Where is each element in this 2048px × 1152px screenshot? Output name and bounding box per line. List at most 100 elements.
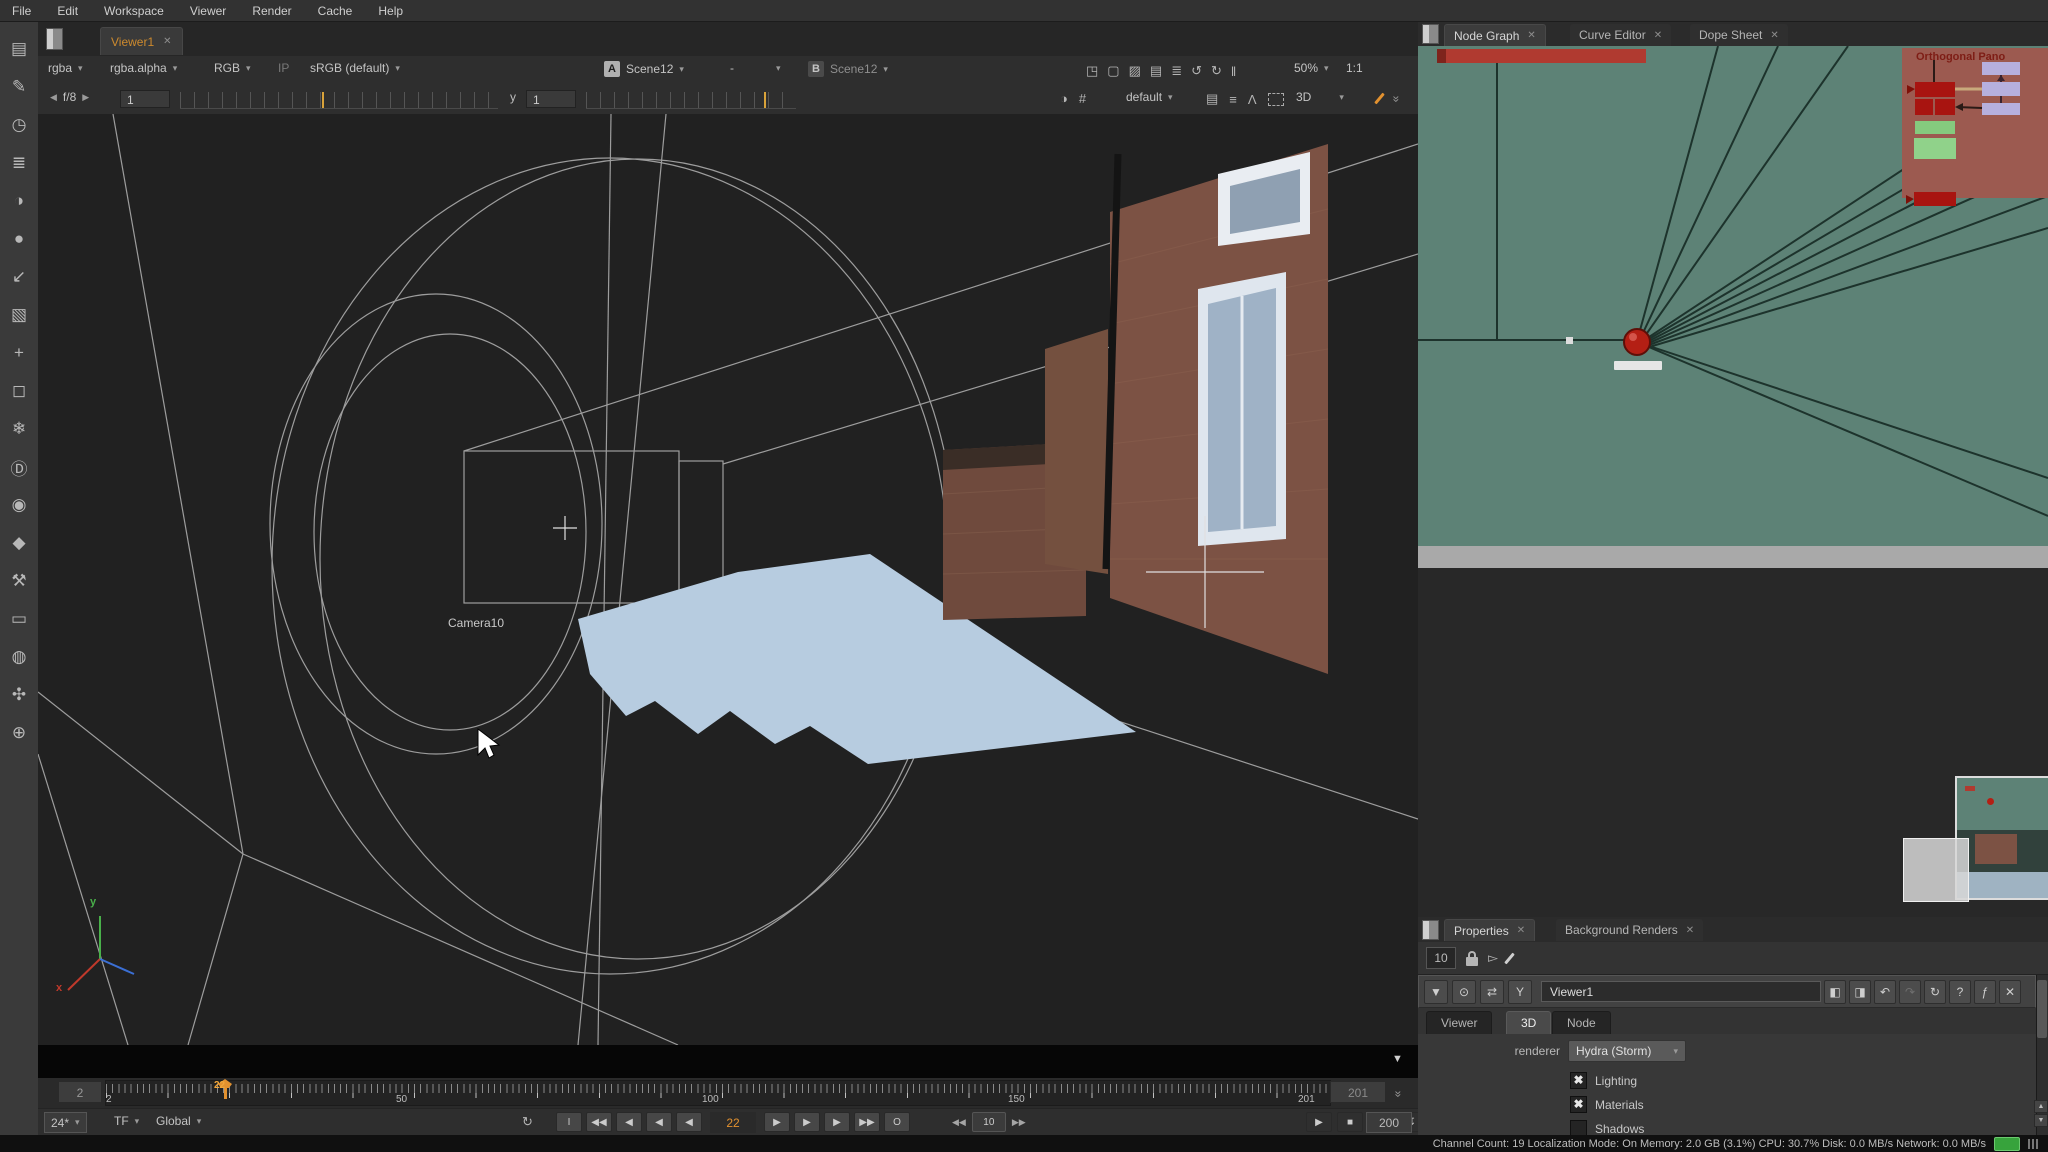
toolbar-draw-icon[interactable]: ✎ (0, 70, 38, 104)
toolbar-plugins-icon[interactable]: ✣ (0, 678, 38, 712)
wrench-icon[interactable]: Y (1508, 980, 1532, 1004)
dock-panel-icon[interactable]: ◧ (1824, 980, 1846, 1004)
layer-dropdown[interactable]: rgba ▾ (48, 61, 83, 75)
menu-workspace[interactable]: Workspace (104, 4, 164, 18)
scrollbar-thumb[interactable] (2037, 980, 2047, 1038)
wipe-mode-dropdown[interactable]: - ▾ (730, 61, 781, 75)
grid-snap-icon[interactable]: # (1079, 91, 1086, 106)
backdrop-green-node2[interactable] (1914, 138, 1956, 159)
edit-panels-icon[interactable] (1504, 952, 1515, 964)
step-down-icon[interactable]: ◀◀ (952, 1117, 966, 1128)
menu-render[interactable]: Render (252, 4, 291, 18)
toolbar-3d-icon[interactable]: ◻ (0, 374, 38, 408)
node-graph-canvas[interactable]: Orthogonal Pano (1418, 46, 2048, 546)
resize-grip-icon[interactable] (2028, 1139, 2040, 1149)
float-panel-icon[interactable]: ◨ (1849, 980, 1871, 1004)
zoom-level-dropdown[interactable]: 50% ▾ (1294, 61, 1329, 75)
current-frame-field[interactable]: 22 (710, 1112, 756, 1133)
backdrop-green-node1[interactable] (1915, 121, 1955, 134)
menu-edit[interactable]: Edit (57, 4, 78, 18)
tab-curve-editor[interactable]: Curve Editor ✕ (1570, 24, 1671, 46)
gain-input[interactable]: 1 (120, 90, 170, 108)
materials-checkbox[interactable]: ✖ (1570, 1096, 1587, 1113)
gamma-curve-icon[interactable]: Λ (1248, 92, 1257, 107)
backdrop-lavender-node2[interactable] (1982, 82, 2020, 96)
backdrop-red-square2[interactable] (1935, 99, 1955, 115)
headlamp-icon[interactable]: ◑ (1060, 91, 1068, 106)
tab-properties[interactable]: Properties ✕ (1444, 919, 1535, 941)
monitor-out-icon[interactable]: ◳ (1086, 63, 1098, 79)
tab-dope-sheet[interactable]: Dope Sheet ✕ (1690, 24, 1788, 46)
marquee-select-icon[interactable] (1268, 93, 1284, 106)
wipe-icon[interactable]: ▨ (1129, 63, 1141, 79)
loop-mode-icon[interactable]: ↻ (522, 1114, 533, 1130)
input-a-dropdown[interactable]: A Scene12 ▾ (604, 61, 684, 77)
panel-icon[interactable] (1422, 24, 1439, 44)
fstop-next-icon[interactable]: ▶ (82, 92, 89, 103)
collapse-chevrons-icon[interactable]: » (1389, 96, 1403, 101)
scene-node[interactable] (1624, 329, 1650, 355)
close-icon[interactable]: ✕ (1517, 925, 1525, 936)
menu-viewer[interactable]: Viewer (190, 4, 226, 18)
toolbar-toolsets-icon[interactable]: ⚒ (0, 564, 38, 598)
panel-icon[interactable] (1422, 920, 1439, 940)
toolbar-image-icon[interactable]: ▤ (0, 32, 38, 66)
toolbar-keyer-icon[interactable]: ↙ (0, 260, 38, 294)
clear-panels-icon[interactable]: ▻ (1488, 950, 1498, 966)
playback-end-field[interactable]: 200 (1366, 1112, 1412, 1133)
panel-splitter[interactable] (1418, 546, 2048, 569)
next-keyframe-button[interactable]: ▶ (824, 1112, 850, 1132)
tab-3d-settings[interactable]: 3D (1506, 1011, 1551, 1034)
pause-icon[interactable]: ‖ (1231, 64, 1236, 79)
fstop-label[interactable]: f/8 (63, 90, 76, 104)
close-icon[interactable]: ✕ (1686, 925, 1694, 936)
toolbar-particles-icon[interactable]: ❄ (0, 412, 38, 446)
redo-icon[interactable]: ↷ (1899, 980, 1921, 1004)
tab-viewer-settings[interactable]: Viewer (1426, 1011, 1492, 1034)
gamma-input[interactable]: 1 (526, 90, 576, 108)
toolbar-merge-icon[interactable]: ▧ (0, 298, 38, 332)
close-icon[interactable]: ✕ (1654, 30, 1662, 41)
overlay-icon[interactable]: ≡ (1229, 92, 1237, 107)
channel-display-dropdown[interactable]: RGB ▾ (214, 61, 251, 75)
menu-help[interactable]: Help (378, 4, 403, 18)
scroll-up-icon[interactable]: ▲ (2034, 1100, 2048, 1113)
toolbar-metadata-icon[interactable]: ◆ (0, 526, 38, 560)
tab-background-renders[interactable]: Background Renders ✕ (1556, 919, 1703, 941)
shadows-checkbox[interactable] (1570, 1120, 1587, 1135)
revert-icon[interactable]: ↻ (1924, 980, 1946, 1004)
close-icon[interactable]: ✕ (1527, 30, 1535, 41)
frame-range-dropdown[interactable]: Global ▾ (156, 1114, 201, 1128)
toolbar-web-icon[interactable]: ⊕ (0, 716, 38, 750)
alpha-layer-dropdown[interactable]: rgba.alpha ▾ (110, 61, 177, 75)
panel-icon[interactable] (46, 28, 63, 50)
refresh-icon[interactable]: ↺ (1191, 63, 1202, 79)
shading-icon[interactable]: ▤ (1206, 91, 1218, 107)
prev-keyframe-button[interactable]: ◀ (616, 1112, 642, 1132)
viewport-3d[interactable]: Camera10 y x (38, 114, 1418, 1045)
toolbar-views-icon[interactable]: ◉ (0, 488, 38, 522)
swap-inputs-icon[interactable]: ⇄ (1480, 980, 1504, 1004)
play-forward-button[interactable]: ▶ (764, 1112, 790, 1132)
roi-pencil-icon[interactable] (1374, 92, 1385, 104)
scroll-down-icon[interactable]: ▼ (2034, 1114, 2048, 1127)
backdrop-red-square1[interactable] (1915, 99, 1933, 115)
menu-file[interactable]: File (12, 4, 31, 18)
step-back-button[interactable]: ◀ (646, 1112, 672, 1132)
toolbar-deep-icon[interactable]: Ⓓ (0, 450, 38, 484)
step-up-icon[interactable]: ▶▶ (1012, 1117, 1026, 1128)
input-process-toggle[interactable]: IP (278, 61, 289, 75)
proxy-icon[interactable]: ▤ (1150, 63, 1162, 79)
toolbar-furnace-icon[interactable]: ◍ (0, 640, 38, 674)
lock-panels-icon[interactable] (1466, 957, 1478, 966)
timeline-mode-dropdown[interactable]: TF ▾ (114, 1114, 139, 1128)
view-dimension-dropdown[interactable]: 3D ▾ (1296, 90, 1344, 104)
frame-range-start[interactable]: 2 (58, 1081, 102, 1103)
backdrop-lavender-node1[interactable] (1982, 62, 2020, 75)
timeline-ruler[interactable]: 2 50 100 150 201 22 (105, 1080, 1331, 1106)
center-node-icon[interactable]: ⊙ (1452, 980, 1476, 1004)
gain-slider[interactable] (180, 92, 498, 109)
stack-mode-icon[interactable]: ≣ (1171, 63, 1182, 79)
close-icon[interactable]: ✕ (163, 36, 171, 47)
toolbar-channel-icon[interactable]: ≣ (0, 146, 38, 180)
